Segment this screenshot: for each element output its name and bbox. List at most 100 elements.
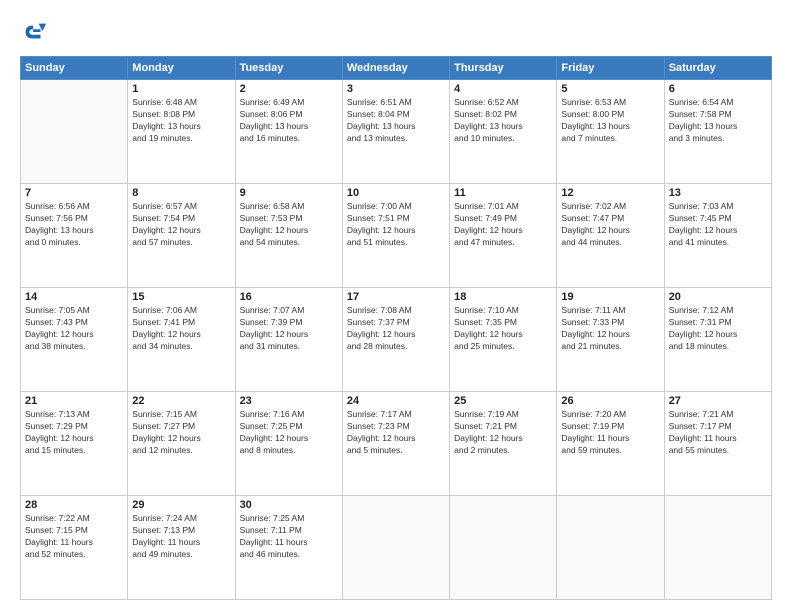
- day-cell: 14 Sunrise: 7:05 AM Sunset: 7:43 PM Dayli…: [21, 288, 128, 392]
- day-number: 26: [561, 395, 659, 407]
- day-cell: 28 Sunrise: 7:22 AM Sunset: 7:15 PM Dayli…: [21, 496, 128, 600]
- day-info: Sunrise: 6:58 AM Sunset: 7:53 PM Dayligh…: [240, 201, 338, 249]
- week-row-5: 28 Sunrise: 7:22 AM Sunset: 7:15 PM Dayli…: [21, 496, 772, 600]
- day-number: 21: [25, 395, 123, 407]
- day-info: Sunrise: 6:54 AM Sunset: 7:58 PM Dayligh…: [669, 97, 767, 145]
- day-cell: [21, 80, 128, 184]
- day-number: 6: [669, 83, 767, 95]
- day-info: Sunrise: 7:16 AM Sunset: 7:25 PM Dayligh…: [240, 409, 338, 457]
- day-cell: 4 Sunrise: 6:52 AM Sunset: 8:02 PM Daylig…: [450, 80, 557, 184]
- day-cell: 16 Sunrise: 7:07 AM Sunset: 7:39 PM Dayli…: [235, 288, 342, 392]
- day-info: Sunrise: 6:49 AM Sunset: 8:06 PM Dayligh…: [240, 97, 338, 145]
- day-cell: 23Sunrise: 7:16 AM Sunset: 7:25 PM Dayli…: [235, 392, 342, 496]
- logo-icon: [20, 18, 48, 46]
- day-cell: 27 Sunrise: 7:21 AM Sunset: 7:17 PM Dayli…: [664, 392, 771, 496]
- day-cell: [342, 496, 449, 600]
- day-number: 3: [347, 83, 445, 95]
- day-info: Sunrise: 7:01 AM Sunset: 7:49 PM Dayligh…: [454, 201, 552, 249]
- day-cell: 11 Sunrise: 7:01 AM Sunset: 7:49 PM Dayli…: [450, 184, 557, 288]
- weekday-header-row: SundayMondayTuesdayWednesdayThursdayFrid…: [21, 57, 772, 80]
- day-info: Sunrise: 7:11 AM Sunset: 7:33 PM Dayligh…: [561, 305, 659, 353]
- week-row-3: 14 Sunrise: 7:05 AM Sunset: 7:43 PM Dayli…: [21, 288, 772, 392]
- weekday-header-monday: Monday: [128, 57, 235, 80]
- weekday-header-wednesday: Wednesday: [342, 57, 449, 80]
- day-info: Sunrise: 7:05 AM Sunset: 7:43 PM Dayligh…: [25, 305, 123, 353]
- weekday-header-tuesday: Tuesday: [235, 57, 342, 80]
- day-number: 29: [132, 499, 230, 511]
- day-number: 8: [132, 187, 230, 199]
- day-cell: 8 Sunrise: 6:57 AM Sunset: 7:54 PM Daylig…: [128, 184, 235, 288]
- day-number: 4: [454, 83, 552, 95]
- day-info: Sunrise: 6:52 AM Sunset: 8:02 PM Dayligh…: [454, 97, 552, 145]
- day-info: Sunrise: 7:07 AM Sunset: 7:39 PM Dayligh…: [240, 305, 338, 353]
- day-cell: 24Sunrise: 7:17 AM Sunset: 7:23 PM Dayli…: [342, 392, 449, 496]
- day-cell: 20 Sunrise: 7:12 AM Sunset: 7:31 PM Dayli…: [664, 288, 771, 392]
- day-info: Sunrise: 7:21 AM Sunset: 7:17 PM Dayligh…: [669, 409, 767, 457]
- day-number: 20: [669, 291, 767, 303]
- header: [20, 18, 772, 46]
- day-cell: 2Sunrise: 6:49 AM Sunset: 8:06 PM Daylig…: [235, 80, 342, 184]
- day-info: Sunrise: 7:20 AM Sunset: 7:19 PM Dayligh…: [561, 409, 659, 457]
- day-number: 27: [669, 395, 767, 407]
- day-number: 9: [240, 187, 338, 199]
- day-cell: 21 Sunrise: 7:13 AM Sunset: 7:29 PM Dayli…: [21, 392, 128, 496]
- day-info: Sunrise: 6:57 AM Sunset: 7:54 PM Dayligh…: [132, 201, 230, 249]
- day-number: 22: [132, 395, 230, 407]
- week-row-4: 21 Sunrise: 7:13 AM Sunset: 7:29 PM Dayli…: [21, 392, 772, 496]
- day-cell: 30 Sunrise: 7:25 AM Sunset: 7:11 PM Dayli…: [235, 496, 342, 600]
- day-number: 11: [454, 187, 552, 199]
- day-number: 12: [561, 187, 659, 199]
- day-cell: [557, 496, 664, 600]
- day-number: 10: [347, 187, 445, 199]
- day-cell: 26 Sunrise: 7:20 AM Sunset: 7:19 PM Dayli…: [557, 392, 664, 496]
- day-cell: 17 Sunrise: 7:08 AM Sunset: 7:37 PM Dayli…: [342, 288, 449, 392]
- day-number: 25: [454, 395, 552, 407]
- day-number: 18: [454, 291, 552, 303]
- day-info: Sunrise: 7:02 AM Sunset: 7:47 PM Dayligh…: [561, 201, 659, 249]
- day-info: Sunrise: 7:24 AM Sunset: 7:13 PM Dayligh…: [132, 513, 230, 561]
- day-number: 15: [132, 291, 230, 303]
- day-cell: 12 Sunrise: 7:02 AM Sunset: 7:47 PM Dayli…: [557, 184, 664, 288]
- day-cell: [450, 496, 557, 600]
- weekday-header-friday: Friday: [557, 57, 664, 80]
- day-number: 30: [240, 499, 338, 511]
- weekday-header-thursday: Thursday: [450, 57, 557, 80]
- day-number: 17: [347, 291, 445, 303]
- day-cell: 19 Sunrise: 7:11 AM Sunset: 7:33 PM Dayli…: [557, 288, 664, 392]
- day-number: 16: [240, 291, 338, 303]
- day-info: Sunrise: 7:19 AM Sunset: 7:21 PM Dayligh…: [454, 409, 552, 457]
- day-info: Sunrise: 7:12 AM Sunset: 7:31 PM Dayligh…: [669, 305, 767, 353]
- day-cell: 22 Sunrise: 7:15 AM Sunset: 7:27 PM Dayli…: [128, 392, 235, 496]
- logo: [20, 18, 52, 46]
- day-number: 5: [561, 83, 659, 95]
- page: SundayMondayTuesdayWednesdayThursdayFrid…: [0, 0, 792, 612]
- day-cell: 3 Sunrise: 6:51 AM Sunset: 8:04 PM Daylig…: [342, 80, 449, 184]
- day-number: 1: [132, 83, 230, 95]
- day-cell: 1 Sunrise: 6:48 AM Sunset: 8:08 PM Daylig…: [128, 80, 235, 184]
- day-cell: 18 Sunrise: 7:10 AM Sunset: 7:35 PM Dayli…: [450, 288, 557, 392]
- day-cell: 15Sunrise: 7:06 AM Sunset: 7:41 PM Dayli…: [128, 288, 235, 392]
- week-row-1: 1 Sunrise: 6:48 AM Sunset: 8:08 PM Daylig…: [21, 80, 772, 184]
- day-info: Sunrise: 7:00 AM Sunset: 7:51 PM Dayligh…: [347, 201, 445, 249]
- day-cell: 25 Sunrise: 7:19 AM Sunset: 7:21 PM Dayli…: [450, 392, 557, 496]
- day-number: 14: [25, 291, 123, 303]
- day-info: Sunrise: 7:15 AM Sunset: 7:27 PM Dayligh…: [132, 409, 230, 457]
- weekday-header-saturday: Saturday: [664, 57, 771, 80]
- day-info: Sunrise: 7:10 AM Sunset: 7:35 PM Dayligh…: [454, 305, 552, 353]
- day-info: Sunrise: 7:08 AM Sunset: 7:37 PM Dayligh…: [347, 305, 445, 353]
- day-cell: 9 Sunrise: 6:58 AM Sunset: 7:53 PM Daylig…: [235, 184, 342, 288]
- day-number: 19: [561, 291, 659, 303]
- day-info: Sunrise: 7:22 AM Sunset: 7:15 PM Dayligh…: [25, 513, 123, 561]
- day-cell: 13Sunrise: 7:03 AM Sunset: 7:45 PM Dayli…: [664, 184, 771, 288]
- day-cell: 6 Sunrise: 6:54 AM Sunset: 7:58 PM Daylig…: [664, 80, 771, 184]
- day-number: 28: [25, 499, 123, 511]
- weekday-header-sunday: Sunday: [21, 57, 128, 80]
- day-cell: 29 Sunrise: 7:24 AM Sunset: 7:13 PM Dayli…: [128, 496, 235, 600]
- day-info: Sunrise: 7:25 AM Sunset: 7:11 PM Dayligh…: [240, 513, 338, 561]
- day-info: Sunrise: 6:48 AM Sunset: 8:08 PM Dayligh…: [132, 97, 230, 145]
- day-cell: [664, 496, 771, 600]
- day-number: 13: [669, 187, 767, 199]
- day-info: Sunrise: 7:13 AM Sunset: 7:29 PM Dayligh…: [25, 409, 123, 457]
- day-info: Sunrise: 6:53 AM Sunset: 8:00 PM Dayligh…: [561, 97, 659, 145]
- day-info: Sunrise: 6:51 AM Sunset: 8:04 PM Dayligh…: [347, 97, 445, 145]
